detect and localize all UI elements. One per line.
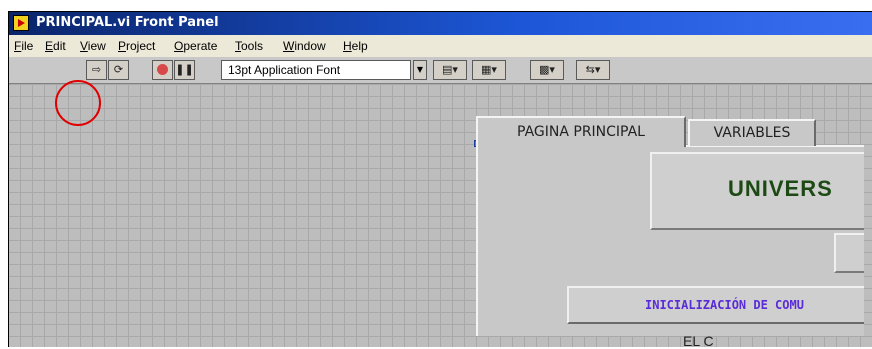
menu-tools[interactable]: Tools	[235, 39, 263, 53]
menu-mnemonic: H	[343, 39, 352, 53]
menu-mnemonic: E	[45, 39, 54, 53]
window-title: PRINCIPAL.vi Front Panel	[36, 15, 219, 30]
menu-mnemonic: W	[283, 39, 295, 53]
labview-vi-icon	[13, 15, 29, 31]
menu-mnemonic: O	[174, 39, 184, 53]
pause-icon[interactable]: ❚❚	[174, 60, 195, 80]
menu-mnemonic: P	[118, 39, 127, 53]
menu-window[interactable]: Window	[283, 39, 326, 53]
banner-text: UNIVERS	[728, 176, 833, 201]
reorder-icon[interactable]: ⇆▾	[576, 60, 610, 80]
menu-label: ools	[241, 39, 264, 53]
university-banner: UNIVERS	[650, 152, 864, 230]
menu-label: elp	[351, 39, 368, 53]
resize-objects-icon[interactable]: ▩▾	[530, 60, 564, 80]
init-button-label: INICIALIZACIÓN DE COMU	[645, 298, 804, 312]
menu-edit[interactable]: Edit	[45, 39, 66, 53]
menu-operate[interactable]: Operate	[174, 39, 217, 53]
menu-view[interactable]: View	[80, 39, 106, 53]
font-selector[interactable]: 13pt Application Font	[221, 60, 411, 80]
highlight-circle	[55, 80, 101, 126]
abort-icon[interactable]	[152, 60, 173, 80]
menu-label: perate	[183, 39, 218, 53]
chevron-down-icon[interactable]: ▼	[413, 60, 427, 80]
menu-label: indow	[294, 39, 326, 53]
menu-label: iew	[87, 39, 106, 53]
menu-label: ile	[21, 39, 34, 53]
menu-label: dit	[53, 39, 66, 53]
menu-help[interactable]: Help	[343, 39, 368, 53]
title-bar[interactable]: PRINCIPAL.vi Front Panel	[8, 11, 872, 35]
menu-mnemonic: V	[80, 39, 88, 53]
distribute-objects-icon[interactable]: ▦▾	[472, 60, 506, 80]
run-arrow-icon[interactable]: ⇨	[86, 60, 107, 80]
menu-bar: File Edit View Project Operate Tools Win…	[8, 35, 872, 57]
toolbar: ⇨ ⟳ ❚❚ 13pt Application Font ▼ ▤▾ ▦▾ ▩▾ …	[8, 57, 872, 84]
tab-pagina-principal[interactable]: PAGINA PRINCIPAL	[476, 116, 686, 147]
menu-label: roject	[126, 39, 156, 53]
init-communication-button[interactable]: INICIALIZACIÓN DE COMU	[567, 286, 864, 324]
menu-project[interactable]: Project	[118, 39, 155, 53]
align-objects-icon[interactable]: ▤▾	[433, 60, 467, 80]
panel-button[interactable]	[834, 233, 864, 273]
tab-variables[interactable]: VARIABLES	[688, 119, 816, 146]
menu-file[interactable]: File	[14, 39, 33, 53]
run-continuous-icon[interactable]: ⟳	[108, 60, 129, 80]
